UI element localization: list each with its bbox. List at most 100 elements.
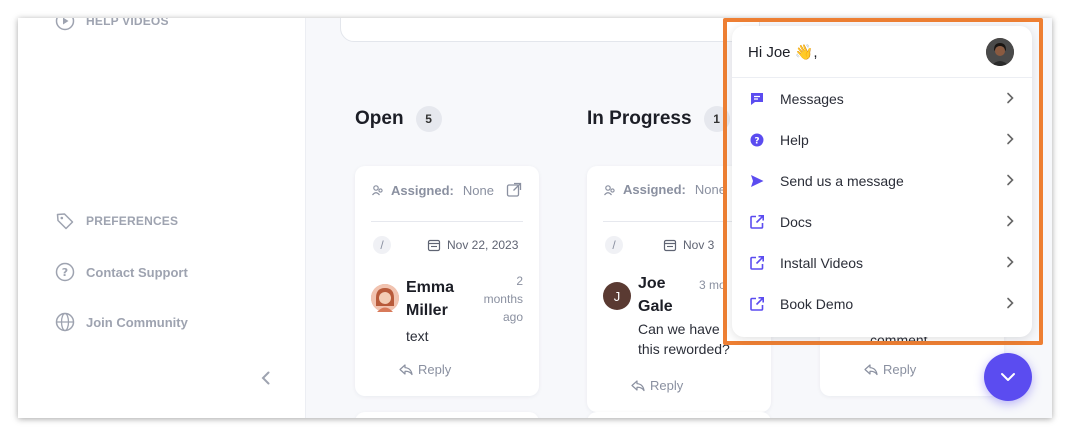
assigned-row: Assigned: None <box>371 182 522 198</box>
collapse-sidebar-button[interactable] <box>256 368 276 388</box>
author-first-name: Emma <box>406 279 455 296</box>
category-badge: / <box>605 236 623 254</box>
chevron-left-icon <box>261 371 270 385</box>
time-ago-line: ago <box>502 310 523 324</box>
assigned-value: None <box>462 182 494 198</box>
menu-item-label: Send us a message <box>780 172 904 189</box>
menu-item-label: Install Videos <box>780 254 864 271</box>
column-header-in-progress: In Progress 1 <box>587 106 730 132</box>
assigned-label: Assigned: <box>391 182 454 198</box>
send-icon <box>748 172 766 190</box>
avatar: J <box>603 282 631 310</box>
svg-text:?: ? <box>62 266 68 279</box>
avatar[interactable] <box>986 37 1014 66</box>
column-title: Open <box>355 108 404 129</box>
comment-text: Can we have this reworded? <box>638 319 730 359</box>
time-ago: 3 mo <box>699 278 726 292</box>
comment-text: text <box>406 328 429 344</box>
search-box[interactable] <box>340 18 760 42</box>
svg-text:?: ? <box>754 136 759 146</box>
author-name: Emma Miller <box>406 276 454 322</box>
sidebar-item-label: Join Community <box>86 314 188 330</box>
date-row: Nov 22, 2023 <box>427 238 518 252</box>
author-last-name: Gale <box>638 298 673 315</box>
sidebar: HELP VIDEOS PREFERENCES ? Contact Suppor… <box>18 18 306 418</box>
ticket-card[interactable] <box>355 412 539 418</box>
globe-icon <box>54 311 76 333</box>
reply-icon <box>631 379 645 391</box>
help-launcher-button[interactable] <box>984 353 1032 401</box>
users-icon <box>372 185 383 196</box>
menu-item-label: Docs <box>780 213 812 230</box>
help-popup: Hi Joe 👋, Messages ? Help Send us a mess… <box>732 26 1032 337</box>
reply-label: Reply <box>883 362 917 377</box>
external-link-icon <box>748 295 766 313</box>
reply-icon <box>399 363 413 375</box>
column-header-open: Open 5 <box>355 106 442 132</box>
reply-icon <box>864 363 878 375</box>
assigned-value: None <box>694 182 726 197</box>
chevron-right-icon <box>1006 173 1014 189</box>
author-first-name: Joe <box>638 275 666 292</box>
chevron-right-icon <box>1006 91 1014 107</box>
sidebar-item-help-videos[interactable]: HELP VIDEOS <box>54 18 169 32</box>
date-text: Nov 3 <box>683 238 715 252</box>
greeting: Hi Joe 👋, <box>748 43 818 61</box>
users-icon <box>604 184 615 195</box>
author-last-name: Miller <box>406 302 448 319</box>
column-title: In Progress <box>587 108 692 129</box>
time-ago: 2 months ago <box>484 272 523 326</box>
menu-item-messages[interactable]: Messages <box>732 78 1032 119</box>
chevron-right-icon <box>1006 255 1014 271</box>
assigned-row: Assigned: None <box>603 182 726 197</box>
external-link-icon[interactable] <box>506 182 522 198</box>
sidebar-item-label: PREFERENCES <box>86 214 179 228</box>
reply-button[interactable]: Reply <box>399 362 451 377</box>
reply-label: Reply <box>650 378 684 393</box>
chevron-right-icon <box>1006 132 1014 148</box>
chevron-right-icon <box>1006 214 1014 230</box>
sidebar-item-label: HELP VIDEOS <box>86 18 169 28</box>
menu-item-label: Help <box>780 131 809 148</box>
sidebar-item-contact-support[interactable]: ? Contact Support <box>54 261 188 283</box>
tag-icon <box>54 210 76 232</box>
time-ago-line: 2 <box>516 274 523 288</box>
sidebar-item-preferences[interactable]: PREFERENCES <box>54 210 178 232</box>
divider <box>371 221 523 222</box>
column-count-badge: 5 <box>415 106 442 132</box>
calendar-icon <box>427 239 441 252</box>
time-ago-line: months <box>483 292 523 306</box>
reply-label: Reply <box>418 362 452 377</box>
ticket-card[interactable] <box>587 412 771 418</box>
reply-button[interactable]: Reply <box>631 378 683 393</box>
chevron-right-icon <box>1006 296 1014 312</box>
chevron-down-icon <box>1001 373 1015 381</box>
message-icon <box>748 90 766 108</box>
menu-item-send-message[interactable]: Send us a message <box>732 160 1032 201</box>
menu-item-label: Book Demo <box>780 295 854 312</box>
avatar <box>371 284 399 312</box>
play-circle-icon <box>54 18 76 32</box>
menu-item-label: Messages <box>780 90 844 107</box>
sidebar-item-label: Contact Support <box>86 264 188 280</box>
external-link-icon <box>748 254 766 272</box>
calendar-icon <box>663 239 677 252</box>
reply-button[interactable]: Reply <box>864 362 916 377</box>
question-circle-icon: ? <box>54 261 76 283</box>
ticket-card[interactable]: Assigned: None / Nov 22, 2023 Emma Mille… <box>355 166 539 396</box>
date-row: Nov 3 <box>663 238 714 252</box>
assigned-label: Assigned: <box>623 182 686 197</box>
help-icon: ? <box>748 131 766 149</box>
comment-text-line: Can we have <box>638 321 720 337</box>
menu-item-help[interactable]: ? Help <box>732 119 1032 160</box>
menu-item-docs[interactable]: Docs <box>732 201 1032 242</box>
sidebar-item-join-community[interactable]: Join Community <box>54 311 188 333</box>
external-link-icon <box>748 213 766 231</box>
comment-text-line: this reworded? <box>638 341 730 357</box>
author-name: Joe Gale <box>638 272 673 318</box>
popup-header: Hi Joe 👋, <box>732 26 1032 78</box>
menu-item-install-videos[interactable]: Install Videos <box>732 242 1032 283</box>
date-text: Nov 22, 2023 <box>447 238 519 252</box>
category-badge: / <box>373 236 391 254</box>
menu-item-book-demo[interactable]: Book Demo <box>732 283 1032 324</box>
